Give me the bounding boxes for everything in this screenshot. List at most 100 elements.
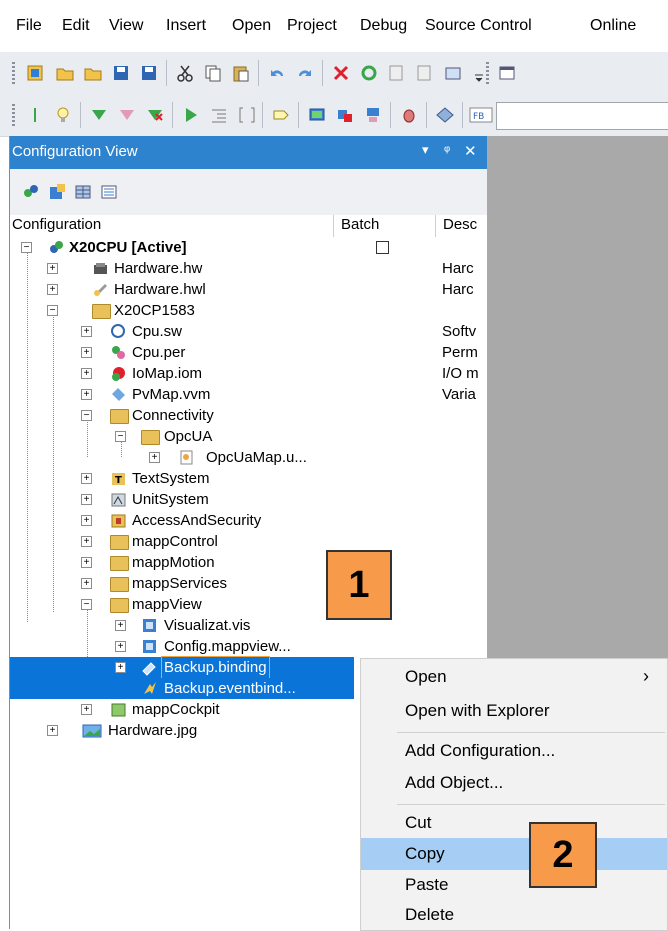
tree-label[interactable]: OpcUA [162, 426, 214, 447]
tree-label[interactable]: UnitSystem [130, 489, 211, 510]
close-icon[interactable]: ✕ [464, 142, 477, 160]
tree-label[interactable]: X20CPU [Active] [67, 237, 189, 258]
tree-row[interactable]: − X20CP1583 [10, 300, 487, 321]
tree-row[interactable]: + PvMap.vvm Varia [10, 384, 487, 405]
tree-row-root[interactable]: − X20CPU [Active] [10, 237, 487, 258]
tree-label[interactable]: Visualizat.vis [162, 615, 252, 636]
expand-icon[interactable]: + [115, 620, 126, 631]
paste-icon[interactable] [228, 60, 254, 86]
tree-label[interactable]: mappView [130, 594, 204, 615]
filter-clear-icon[interactable] [142, 102, 168, 128]
expand-icon[interactable]: + [115, 662, 126, 673]
refresh-icon[interactable] [356, 60, 382, 86]
context-menu-cut[interactable]: Cut [361, 807, 667, 839]
expand-icon[interactable]: + [81, 347, 92, 358]
expand-icon[interactable]: + [47, 284, 58, 295]
menu-online[interactable]: Online [590, 17, 636, 35]
window-icon[interactable] [494, 60, 520, 86]
open-folder-icon[interactable] [80, 60, 106, 86]
tree-label[interactable]: AccessAndSecurity [130, 510, 263, 531]
lightbulb-icon[interactable] [50, 102, 76, 128]
cut-icon[interactable] [172, 60, 198, 86]
column-divider[interactable] [435, 215, 436, 237]
delete-icon[interactable] [328, 60, 354, 86]
expand-icon[interactable]: + [81, 368, 92, 379]
bug-icon[interactable] [396, 102, 422, 128]
tree-label[interactable]: mappServices [130, 573, 229, 594]
toolbar-grip[interactable] [486, 62, 489, 84]
menu-project[interactable]: Project [287, 17, 337, 35]
expand-icon[interactable]: + [115, 641, 126, 652]
tree-label[interactable]: Connectivity [130, 405, 216, 426]
indent-icon[interactable] [206, 102, 232, 128]
play-icon[interactable] [178, 102, 204, 128]
tree-row[interactable]: + Cpu.sw Softv [10, 321, 487, 342]
menu-debug[interactable]: Debug [360, 17, 407, 35]
copy-icon[interactable] [200, 60, 226, 86]
context-menu-open-with-explorer[interactable]: Open with Explorer [361, 695, 667, 727]
menu-insert[interactable]: Insert [166, 17, 206, 35]
tree-row[interactable]: + Cpu.per Perm [10, 342, 487, 363]
collapse-icon[interactable]: − [47, 305, 58, 316]
tree-row[interactable]: + mappControl [10, 531, 487, 552]
expand-icon[interactable]: + [81, 515, 92, 526]
column-description[interactable]: Desc [443, 216, 487, 233]
filter-icon[interactable] [86, 102, 112, 128]
expand-icon[interactable]: + [47, 725, 58, 736]
pin-icon[interactable]: ᵠ [444, 142, 450, 158]
panel-dropdown-icon[interactable]: ▾ [422, 142, 429, 158]
tree-row[interactable]: + mappServices [10, 573, 487, 594]
tree-label[interactable]: OpcUaMap.u... [204, 447, 309, 468]
open-project-icon[interactable] [52, 60, 78, 86]
properties-icon[interactable] [440, 60, 466, 86]
step-icon[interactable] [22, 102, 48, 128]
tree-row[interactable]: + OpcUaMap.u... [10, 447, 487, 468]
tree-label[interactable]: mappCockpit [130, 699, 222, 720]
expand-icon[interactable]: + [47, 263, 58, 274]
menu-source-control[interactable]: Source Control [425, 17, 532, 35]
tree-row[interactable]: + Hardware.hwl Harc [10, 279, 487, 300]
expand-icon[interactable]: + [149, 452, 160, 463]
expand-icon[interactable]: + [81, 536, 92, 547]
save-icon[interactable] [108, 60, 134, 86]
tree-row[interactable]: − Connectivity [10, 405, 487, 426]
column-divider[interactable] [333, 215, 334, 237]
expand-icon[interactable]: + [81, 326, 92, 337]
expand-icon[interactable]: + [81, 473, 92, 484]
collapse-icon[interactable]: − [115, 431, 126, 442]
menu-view[interactable]: View [109, 17, 143, 35]
tree-row[interactable]: − OpcUA [10, 426, 487, 447]
tree-row[interactable]: + IoMap.iom I/O m [10, 363, 487, 384]
toolbar-grip[interactable] [12, 104, 15, 126]
bracket-icon[interactable] [234, 102, 260, 128]
context-menu-add-object[interactable]: Add Object... [361, 767, 667, 799]
tree-row[interactable]: + UnitSystem [10, 489, 487, 510]
filter-pink-icon[interactable] [114, 102, 140, 128]
tree-label[interactable]: mappMotion [130, 552, 217, 573]
tree-label[interactable]: TextSystem [130, 468, 212, 489]
save-all-icon[interactable] [136, 60, 162, 86]
replace-icon[interactable] [412, 60, 438, 86]
tree-label[interactable]: X20CP1583 [112, 300, 197, 321]
tree-label[interactable]: Hardware.hwl [112, 279, 208, 300]
expand-icon[interactable]: + [81, 578, 92, 589]
tree-label[interactable]: Config.mappview... [162, 636, 293, 657]
expand-icon[interactable]: + [81, 704, 92, 715]
toolbar-combo-input[interactable] [496, 102, 668, 130]
context-menu-paste[interactable]: Paste [361, 869, 667, 901]
context-menu-copy[interactable]: Copy [361, 838, 667, 870]
tree-label[interactable]: Backup.binding [161, 656, 270, 679]
tree-label[interactable]: Backup.eventbind... [162, 678, 298, 699]
tree-label[interactable]: Cpu.sw [130, 321, 184, 342]
context-menu-add-configuration[interactable]: Add Configuration... [361, 735, 667, 767]
tree-label[interactable]: Hardware.jpg [106, 720, 199, 741]
tree-row[interactable]: + Visualizat.vis [10, 615, 487, 636]
grid-view-icon[interactable] [70, 179, 96, 205]
find-icon[interactable] [384, 60, 410, 86]
collapse-icon[interactable]: − [81, 410, 92, 421]
context-menu-delete[interactable]: Delete [361, 899, 667, 931]
monitor-icon[interactable] [304, 102, 330, 128]
cube-icon[interactable] [44, 179, 70, 205]
transfer-icon[interactable] [332, 102, 358, 128]
redo-icon[interactable] [292, 60, 318, 86]
